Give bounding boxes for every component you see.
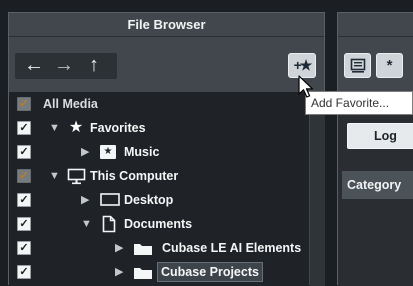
monitor-icon bbox=[67, 168, 86, 185]
expand-down-icon[interactable]: ▼ bbox=[81, 216, 92, 232]
tree-checkbox[interactable]: ✓ bbox=[17, 241, 31, 255]
tree-row-documents[interactable]: ✓ ▼ Documents bbox=[9, 212, 309, 236]
document-icon bbox=[102, 215, 116, 233]
folder-icon bbox=[134, 244, 152, 255]
tree-checkbox[interactable]: ✓ bbox=[17, 97, 31, 111]
expand-down-icon[interactable]: ▼ bbox=[49, 168, 60, 184]
arrow-left-icon[interactable]: ← bbox=[19, 53, 49, 79]
log-button[interactable]: Log bbox=[347, 123, 413, 149]
navigation-button-group: ← → ↑ bbox=[15, 53, 117, 79]
right-panel: * Log Category bbox=[337, 12, 413, 286]
star-icon: ★ bbox=[68, 119, 84, 136]
desktop-icon bbox=[100, 193, 120, 206]
tree-checkbox[interactable]: ✓ bbox=[17, 145, 31, 159]
star-folder-icon: ★ bbox=[100, 145, 116, 159]
computer-list-icon bbox=[350, 58, 366, 73]
expand-right-icon[interactable]: ▶ bbox=[81, 144, 89, 160]
tree-label: Music bbox=[124, 145, 160, 159]
file-tree: ✓ All Media ✓ ▼ ★ Favorites ✓ ▶ ★ Music … bbox=[9, 92, 309, 286]
right-toolbar-button[interactable] bbox=[344, 53, 371, 78]
tree-row-favorites[interactable]: ✓ ▼ ★ Favorites bbox=[9, 116, 309, 140]
add-favorite-star-icon: +★ bbox=[293, 57, 313, 73]
expand-right-icon[interactable]: ▶ bbox=[115, 264, 123, 280]
tree-label: All Media bbox=[43, 97, 98, 111]
tree-checkbox[interactable]: ✓ bbox=[17, 265, 31, 279]
folder-icon bbox=[134, 268, 152, 279]
expand-down-icon[interactable]: ▼ bbox=[49, 120, 60, 136]
right-toolbar-favorite-button[interactable]: * bbox=[376, 53, 403, 78]
tree-label: Favorites bbox=[90, 121, 146, 135]
file-browser-panel: File Browser ← → ↑ +★ ✓ All Media ✓ ▼ ★ … bbox=[8, 12, 325, 286]
tree-row-music[interactable]: ✓ ▶ ★ Music bbox=[9, 140, 309, 164]
tree-label: Cubase Projects bbox=[157, 262, 263, 282]
tree-checkbox[interactable]: ✓ bbox=[17, 217, 31, 231]
tree-label: Desktop bbox=[124, 193, 174, 207]
tree-label: Cubase LE AI Elements bbox=[162, 241, 302, 255]
category-header[interactable]: Category bbox=[342, 171, 413, 199]
tree-scrollbar[interactable] bbox=[310, 92, 325, 286]
file-browser-title: File Browser bbox=[9, 13, 324, 37]
file-browser-toolbar: ← → ↑ +★ bbox=[9, 38, 324, 91]
mouse-cursor-icon bbox=[298, 75, 313, 98]
tree-row-cubase-le-ai-elements[interactable]: ✓ ▶ Cubase LE AI Elements bbox=[9, 236, 309, 260]
arrow-up-icon[interactable]: ↑ bbox=[79, 53, 109, 79]
arrow-right-icon[interactable]: → bbox=[49, 53, 79, 79]
right-panel-header bbox=[338, 13, 413, 37]
tree-row-all-media[interactable]: ✓ All Media bbox=[9, 92, 309, 116]
expand-right-icon[interactable]: ▶ bbox=[115, 240, 123, 256]
tree-row-cubase-projects[interactable]: ✓ ▶ Cubase Projects bbox=[9, 260, 309, 284]
tree-checkbox[interactable]: ✓ bbox=[17, 121, 31, 135]
add-favorite-tooltip: Add Favorite... bbox=[305, 91, 413, 115]
tree-label: Documents bbox=[124, 217, 193, 231]
tree-checkbox[interactable]: ✓ bbox=[17, 169, 31, 183]
tree-row-desktop[interactable]: ✓ ▶ Desktop bbox=[9, 188, 309, 212]
tree-row-this-computer[interactable]: ✓ ▼ This Computer bbox=[9, 164, 309, 188]
tree-label: This Computer bbox=[90, 169, 179, 183]
expand-right-icon[interactable]: ▶ bbox=[81, 192, 89, 208]
tree-checkbox[interactable]: ✓ bbox=[17, 193, 31, 207]
